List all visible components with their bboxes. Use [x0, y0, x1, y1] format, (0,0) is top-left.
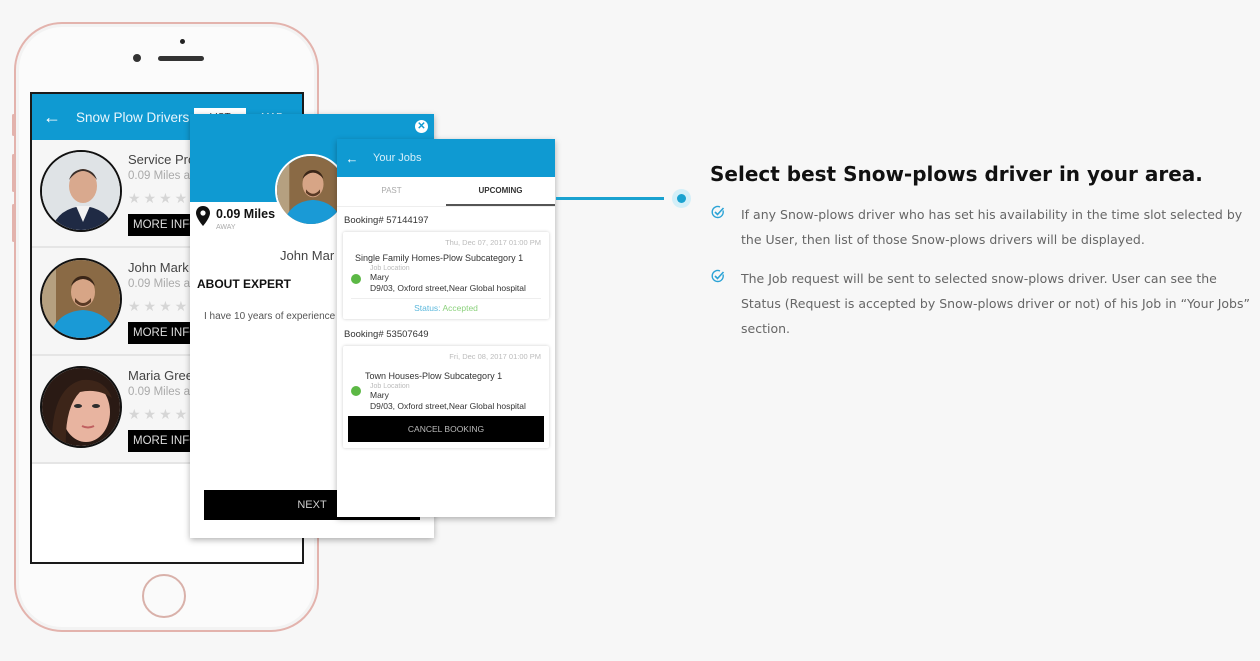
booking-card[interactable]: Fri, Dec 08, 2017 01:00 PM Town Houses-P…	[343, 346, 549, 448]
customer-name: Mary	[370, 272, 389, 282]
tab-upcoming[interactable]: UPCOMING	[446, 177, 555, 206]
jobs-app-bar: ← Your Jobs	[337, 139, 555, 177]
app-title: Snow Plow Drivers	[76, 109, 190, 125]
front-camera	[133, 54, 141, 62]
status-value: Accepted	[442, 303, 478, 313]
tab-past[interactable]: PAST	[337, 177, 446, 206]
arrow-left-icon[interactable]: ←	[32, 107, 72, 128]
feature-bullet-text: If any Snow-plows driver who has set his…	[741, 207, 1243, 247]
avatar	[40, 258, 122, 340]
feature-heading: Select best Snow-plows driver in your ar…	[710, 162, 1203, 186]
arrow-left-icon[interactable]: ←	[337, 151, 367, 166]
driver-name: Maria Gree	[128, 368, 194, 383]
booking-number: Booking# 53507649	[344, 329, 429, 340]
check-circle-icon	[711, 269, 725, 288]
speaker	[158, 56, 204, 61]
job-address: D9/03, Oxford street,Near Global hospita…	[370, 401, 526, 411]
status-dot-icon	[351, 274, 361, 284]
home-button	[142, 574, 186, 618]
jobs-tabs: PAST UPCOMING	[337, 177, 555, 207]
service-name: Single Family Homes-Plow Subcategory 1	[355, 253, 524, 263]
avatar	[40, 366, 122, 448]
avatar	[40, 150, 122, 232]
volume-down-button	[12, 204, 15, 242]
close-icon[interactable]: ✕	[415, 120, 428, 133]
mute-switch	[12, 114, 15, 136]
sensor	[180, 39, 185, 44]
connector-node	[672, 189, 691, 208]
driver-distance: 0.09 Miles a	[128, 278, 191, 290]
status-dot-icon	[351, 386, 361, 396]
booking-date: Thu, Dec 07, 2017 01:00 PM	[445, 238, 541, 247]
service-name: Town Houses-Plow Subcategory 1	[365, 371, 503, 381]
away-label: AWAY	[216, 224, 236, 231]
feature-bullet: If any Snow-plows driver who has set his…	[711, 202, 1251, 252]
expert-distance: 0.09 Miles	[216, 207, 276, 221]
about-expert-heading: ABOUT EXPERT	[197, 277, 292, 291]
booking-date: Fri, Dec 08, 2017 01:00 PM	[449, 352, 541, 361]
check-circle-icon	[711, 205, 725, 224]
job-location-label: Job Location	[370, 383, 410, 390]
customer-name: Mary	[370, 390, 389, 400]
job-location-label: Job Location	[370, 265, 410, 272]
connector-line	[556, 197, 664, 200]
cancel-booking-button[interactable]: CANCEL BOOKING	[348, 416, 544, 442]
job-address: D9/03, Oxford street,Near Global hospita…	[370, 283, 526, 293]
driver-name: John Mark	[128, 260, 189, 275]
expert-name: John Mar	[280, 248, 335, 263]
booking-card[interactable]: Thu, Dec 07, 2017 01:00 PM Single Family…	[343, 232, 549, 319]
driver-distance: 0.09 Miles a	[128, 386, 191, 398]
booking-number: Booking# 57144197	[344, 215, 429, 226]
jobs-title: Your Jobs	[373, 152, 422, 164]
your-jobs-card: ← Your Jobs PAST UPCOMING Booking# 57144…	[337, 139, 555, 517]
location-pin-icon	[196, 206, 210, 231]
status-label: Status:	[414, 303, 441, 313]
volume-up-button	[12, 154, 15, 192]
booking-status: Status: Accepted	[351, 298, 541, 313]
driver-distance: 0.09 Miles a	[128, 170, 191, 182]
feature-bullet: The Job request will be sent to selected…	[711, 266, 1251, 341]
feature-bullet-text: The Job request will be sent to selected…	[741, 271, 1250, 336]
driver-name: Service Pro	[128, 152, 196, 167]
